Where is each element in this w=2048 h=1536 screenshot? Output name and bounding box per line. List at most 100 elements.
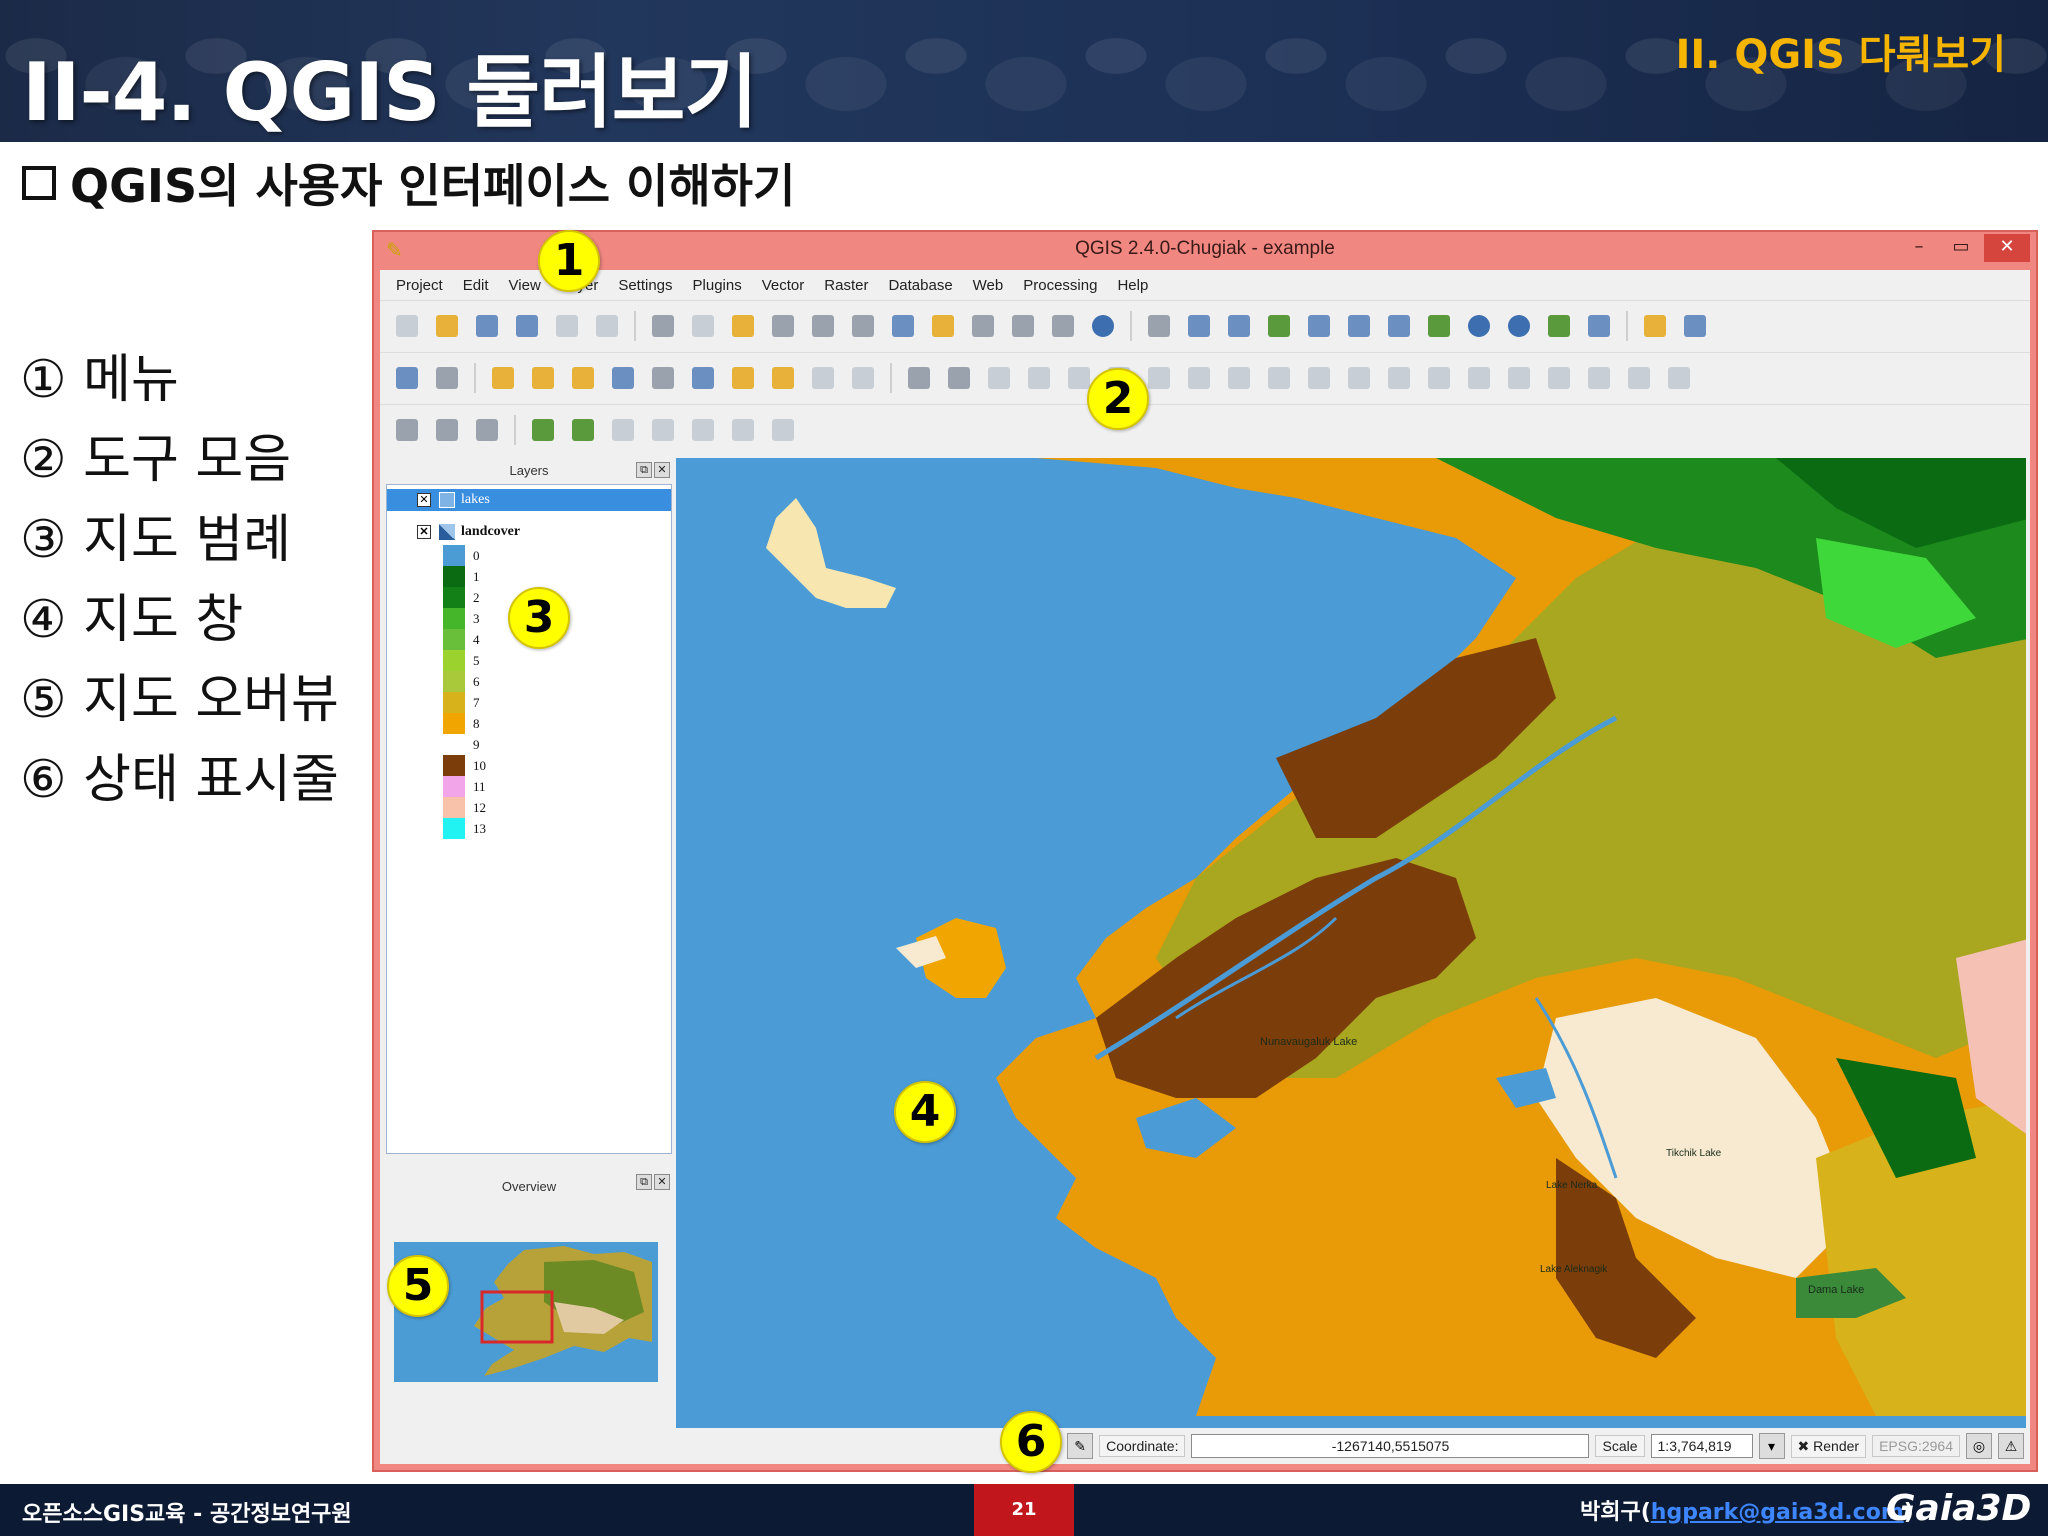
toolbar-tool-icon[interactable]	[1142, 309, 1176, 343]
toolbar-tool-icon[interactable]	[430, 309, 464, 343]
crs-status-label[interactable]: EPSG:2964	[1872, 1435, 1960, 1457]
menu-view[interactable]: View	[501, 275, 549, 296]
toolbar-tool-icon[interactable]	[646, 413, 680, 447]
close-panel-icon[interactable]: ✕	[654, 462, 670, 478]
toolbar-tool-icon[interactable]	[1222, 361, 1256, 395]
toolbar-tool-icon[interactable]	[566, 361, 600, 395]
toolbar-tool-icon[interactable]	[390, 361, 424, 395]
toolbar-tool-icon[interactable]	[526, 361, 560, 395]
toolbar-tool-icon[interactable]	[526, 413, 560, 447]
map-canvas[interactable]: Nunavaugaluk Lake Lake Aleknagik Lake Ne…	[676, 458, 2026, 1428]
toolbar-tool-icon[interactable]	[942, 361, 976, 395]
toolbar-tool-icon[interactable]	[726, 309, 760, 343]
toolbar-tool-icon[interactable]	[1006, 309, 1040, 343]
render-checkbox[interactable]: ✖ Render	[1790, 1434, 1867, 1458]
layer-row-lakes[interactable]: ✕ lakes	[387, 489, 671, 511]
toolbar-tool-icon[interactable]	[1502, 309, 1536, 343]
toolbar-tool-icon[interactable]	[470, 413, 504, 447]
toolbar-tool-icon[interactable]	[1462, 361, 1496, 395]
toolbar-tool-icon[interactable]	[1342, 309, 1376, 343]
log-messages-icon[interactable]: ⚠	[1998, 1433, 2024, 1459]
toolbar-tool-icon[interactable]	[1302, 309, 1336, 343]
menu-project[interactable]: Project	[388, 275, 451, 296]
toolbar-tool-icon[interactable]	[606, 361, 640, 395]
menu-edit[interactable]: Edit	[455, 275, 497, 296]
toolbar-tool-icon[interactable]	[686, 413, 720, 447]
toolbar-tool-icon[interactable]	[726, 361, 760, 395]
scale-dropdown-icon[interactable]: ▾	[1758, 1433, 1785, 1459]
toolbar-tool-icon[interactable]	[1302, 361, 1336, 395]
menu-vector[interactable]: Vector	[754, 275, 813, 296]
toolbar-tool-icon[interactable]	[470, 309, 504, 343]
toolbar-tool-icon[interactable]	[766, 361, 800, 395]
float-panel-icon[interactable]: ⧉	[636, 462, 652, 478]
toolbar-tool-icon[interactable]	[1542, 361, 1576, 395]
toolbar-tool-icon[interactable]	[766, 413, 800, 447]
window-titlebar[interactable]: ✎ QGIS 2.4.0-Chugiak - example – ▭ ✕	[374, 232, 2036, 270]
toolbar-tool-icon[interactable]	[886, 309, 920, 343]
messages-icon[interactable]: ✎	[1067, 1433, 1094, 1459]
author-email-link[interactable]: hgpark@gaia3d.com	[1651, 1500, 1904, 1525]
menu-settings[interactable]: Settings	[610, 275, 680, 296]
scale-combobox[interactable]: 1:3,764,819	[1650, 1434, 1753, 1458]
menu-raster[interactable]: Raster	[816, 275, 876, 296]
menu-processing[interactable]: Processing	[1015, 275, 1105, 296]
toolbar-tool-icon[interactable]	[846, 309, 880, 343]
toolbar-tool-icon[interactable]	[846, 361, 880, 395]
toolbar-tool-icon[interactable]	[1262, 361, 1296, 395]
layer-visibility-checkbox[interactable]: ✕	[417, 493, 431, 507]
toolbar-tool-icon[interactable]	[1382, 309, 1416, 343]
toolbar-tool-icon[interactable]	[1462, 309, 1496, 343]
toolbar-tool-icon[interactable]	[1342, 361, 1376, 395]
toolbar-tool-icon[interactable]	[510, 309, 544, 343]
menu-web[interactable]: Web	[965, 275, 1012, 296]
close-icon[interactable]: ✕	[1984, 234, 2030, 262]
toolbar-tool-icon[interactable]	[726, 413, 760, 447]
toolbar-tool-icon[interactable]	[430, 361, 464, 395]
toolbar-tool-icon[interactable]	[1622, 361, 1656, 395]
toolbar-tool-icon[interactable]	[1382, 361, 1416, 395]
toolbar-tool-icon[interactable]	[1086, 309, 1120, 343]
toolbar-tool-icon[interactable]	[686, 361, 720, 395]
toolbar-tool-icon[interactable]	[1182, 309, 1216, 343]
toolbar-tool-icon[interactable]	[966, 309, 1000, 343]
menu-plugins[interactable]: Plugins	[685, 275, 750, 296]
layer-row-landcover[interactable]: ✕ landcover	[387, 521, 671, 543]
toolbar-tool-icon[interactable]	[1182, 361, 1216, 395]
coordinate-field[interactable]: -1267140,5515075	[1191, 1434, 1590, 1458]
toolbar-tool-icon[interactable]	[902, 361, 936, 395]
toolbar-tool-icon[interactable]	[1638, 309, 1672, 343]
minimize-icon[interactable]: –	[1900, 234, 1938, 262]
crs-globe-icon[interactable]: ◎	[1966, 1433, 1992, 1459]
maximize-icon[interactable]: ▭	[1942, 234, 1980, 262]
float-panel-icon[interactable]: ⧉	[636, 1174, 652, 1190]
toolbar-tool-icon[interactable]	[646, 309, 680, 343]
toolbar-tool-icon[interactable]	[926, 309, 960, 343]
toolbar-tool-icon[interactable]	[686, 309, 720, 343]
toolbar-tool-icon[interactable]	[590, 309, 624, 343]
toolbar-tool-icon[interactable]	[566, 413, 600, 447]
toolbar-tool-icon[interactable]	[1046, 309, 1080, 343]
layer-visibility-checkbox[interactable]: ✕	[417, 525, 431, 539]
toolbar-tool-icon[interactable]	[606, 413, 640, 447]
toolbar-tool-icon[interactable]	[1582, 361, 1616, 395]
toolbar-tool-icon[interactable]	[390, 413, 424, 447]
toolbar-tool-icon[interactable]	[806, 309, 840, 343]
toolbar-tool-icon[interactable]	[390, 309, 424, 343]
toolbar-tool-icon[interactable]	[550, 309, 584, 343]
toolbar-tool-icon[interactable]	[982, 361, 1016, 395]
toolbar-tool-icon[interactable]	[806, 361, 840, 395]
toolbar-tool-icon[interactable]	[430, 413, 464, 447]
toolbar-tool-icon[interactable]	[766, 309, 800, 343]
close-panel-icon[interactable]: ✕	[654, 1174, 670, 1190]
toolbar-tool-icon[interactable]	[646, 361, 680, 395]
toolbar-tool-icon[interactable]	[486, 361, 520, 395]
toolbar-tool-icon[interactable]	[1422, 361, 1456, 395]
toolbar-tool-icon[interactable]	[1542, 309, 1576, 343]
menu-database[interactable]: Database	[880, 275, 960, 296]
toolbar-tool-icon[interactable]	[1582, 309, 1616, 343]
toolbar-tool-icon[interactable]	[1262, 309, 1296, 343]
toolbar-tool-icon[interactable]	[1022, 361, 1056, 395]
toolbar-tool-icon[interactable]	[1502, 361, 1536, 395]
toolbar-tool-icon[interactable]	[1422, 309, 1456, 343]
